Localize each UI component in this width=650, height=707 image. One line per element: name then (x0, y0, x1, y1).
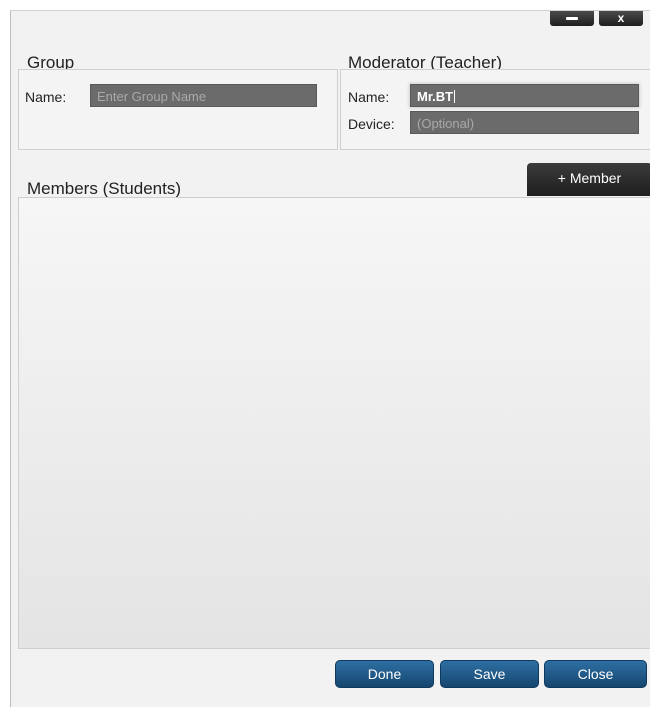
minimize-icon (566, 17, 578, 20)
group-editor-window: x Group Name: Enter Group Name Moderator… (10, 10, 650, 707)
moderator-name-value: Mr.BT (417, 89, 454, 104)
group-panel: Name: Enter Group Name (18, 69, 338, 150)
moderator-device-input[interactable]: (Optional) (410, 111, 639, 134)
group-name-input[interactable]: Enter Group Name (90, 84, 317, 107)
moderator-device-label: Device: (348, 116, 395, 132)
moderator-panel: Name: Mr.BT Device: (Optional) (340, 69, 650, 150)
members-section-title: Members (Students) (27, 179, 181, 198)
done-button[interactable]: Done (335, 660, 434, 688)
save-button[interactable]: Save (440, 660, 539, 688)
add-member-button[interactable]: + Member (527, 163, 650, 196)
close-icon: x (617, 11, 625, 25)
close-button[interactable]: Close (544, 660, 647, 688)
group-name-label: Name: (25, 89, 67, 105)
close-window-button[interactable]: x (599, 11, 643, 26)
text-cursor (454, 90, 456, 103)
members-list[interactable] (18, 197, 650, 649)
moderator-name-label: Name: (348, 89, 390, 105)
moderator-name-input[interactable]: Mr.BT (410, 84, 639, 107)
minimize-button[interactable] (550, 11, 594, 26)
